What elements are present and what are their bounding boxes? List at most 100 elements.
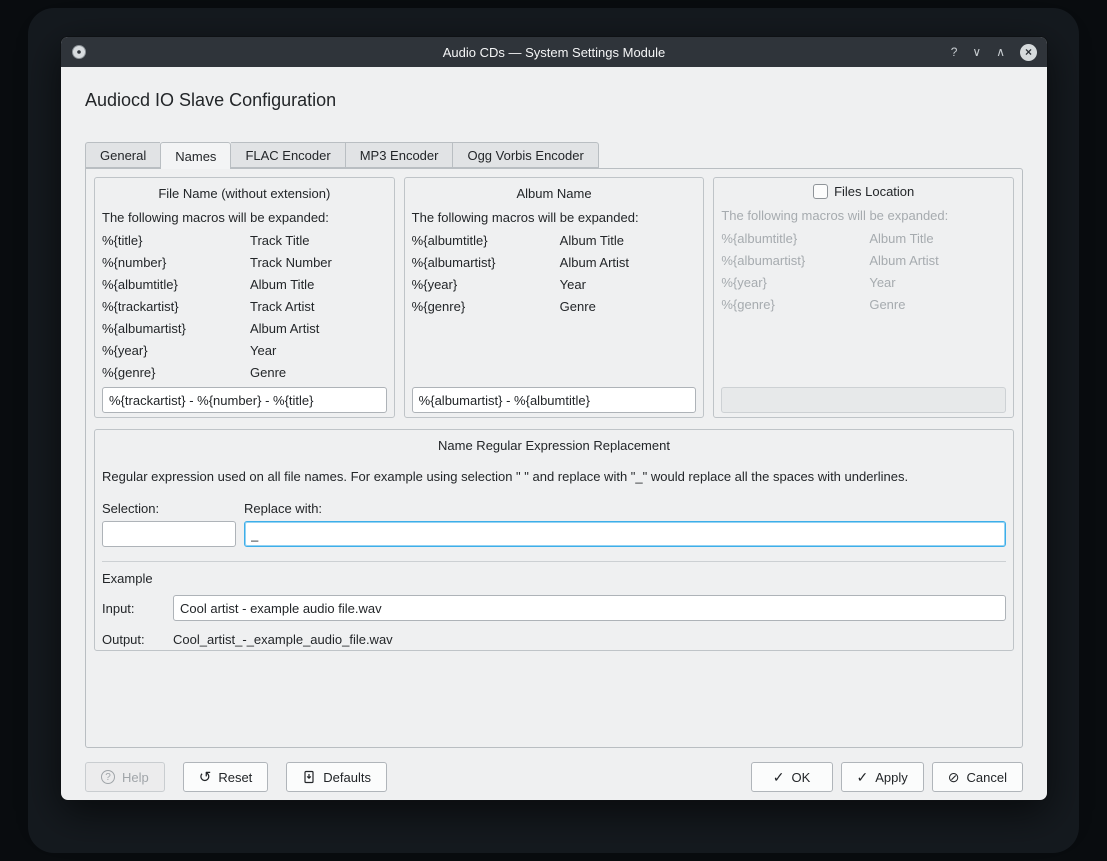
macro-name: %{albumartist} (721, 250, 869, 272)
macro-desc: Year (560, 274, 697, 296)
macro-desc: Year (869, 272, 1006, 294)
album-name-pattern-input[interactable] (412, 387, 697, 413)
dialog-button-row: ? Help ↺ Reset Def (85, 762, 1023, 792)
name-boxes-row: File Name (without extension) The follow… (94, 177, 1014, 418)
macro-name: %{number} (102, 252, 250, 274)
reset-icon: ↺ (199, 770, 212, 785)
macro-name: %{albumtitle} (102, 274, 250, 296)
files-location-pattern-input (721, 387, 1006, 413)
macro-desc: Album Artist (560, 252, 697, 274)
minimize-icon[interactable]: ∨ (972, 46, 981, 58)
macro-name: %{genre} (102, 362, 250, 384)
album-name-group-title: Album Name (412, 186, 697, 201)
reset-button-label: Reset (218, 770, 252, 785)
macro-desc: Album Title (869, 228, 1006, 250)
reset-button[interactable]: ↺ Reset (183, 762, 269, 792)
file-name-macros-intro: The following macros will be expanded: (102, 210, 387, 225)
example-output-row: Output: Cool_artist_-_example_audio_file… (102, 632, 1006, 647)
ok-button[interactable]: ✓ OK (751, 762, 833, 792)
example-heading: Example (102, 571, 1006, 586)
tab-general[interactable]: General (85, 142, 160, 168)
file-name-pattern-input[interactable] (102, 387, 387, 413)
settings-window: Audio CDs — System Settings Module ? ∨ ∧… (60, 36, 1048, 801)
tab-ogg-vorbis-encoder[interactable]: Ogg Vorbis Encoder (452, 142, 598, 168)
macro-name: %{year} (102, 340, 250, 362)
macro-name: %{genre} (721, 294, 869, 316)
titlebar-help-button[interactable]: ? (951, 46, 958, 58)
macro-name: %{year} (412, 274, 560, 296)
macro-desc: Track Title (250, 230, 387, 252)
macro-desc: Album Artist (250, 318, 387, 340)
selection-label: Selection: (102, 501, 244, 516)
macro-name: %{albumartist} (102, 318, 250, 340)
example-input-row: Input: (102, 595, 1006, 621)
regex-replacement-group-box: Name Regular Expression Replacement Regu… (94, 429, 1014, 651)
macro-name: %{albumtitle} (721, 228, 869, 250)
example-divider (102, 561, 1006, 562)
selection-input[interactable] (102, 521, 236, 547)
apply-button-label: Apply (875, 770, 908, 785)
example-input-field[interactable] (173, 595, 1006, 621)
files-location-group-title: Files Location (834, 184, 914, 199)
left-button-group: ? Help ↺ Reset Def (85, 762, 387, 792)
regex-labels-row: Selection: Replace with: (102, 501, 1006, 516)
ok-check-icon: ✓ (773, 770, 785, 784)
tab-content-frame: File Name (without extension) The follow… (85, 168, 1023, 748)
help-button-label: Help (122, 770, 149, 785)
file-name-macro-list: %{title}Track Title %{number}Track Numbe… (102, 230, 387, 384)
macro-desc: Genre (560, 296, 697, 318)
regex-description: Regular expression used on all file name… (102, 469, 1006, 484)
example-input-label: Input: (102, 601, 173, 616)
ok-button-label: OK (792, 770, 811, 785)
macro-desc: Album Title (250, 274, 387, 296)
regex-inputs-row (102, 521, 1006, 547)
titlebar[interactable]: Audio CDs — System Settings Module ? ∨ ∧… (61, 37, 1047, 67)
macro-name: %{title} (102, 230, 250, 252)
album-name-macro-list: %{albumtitle}Album Title %{albumartist}A… (412, 230, 697, 318)
close-icon[interactable]: × (1020, 44, 1037, 61)
files-location-macro-list: %{albumtitle}Album Title %{albumartist}A… (721, 228, 1006, 316)
defaults-button-label: Defaults (323, 770, 371, 785)
replace-with-input[interactable] (244, 521, 1006, 547)
macro-desc: Album Title (560, 230, 697, 252)
tab-bar: General Names FLAC Encoder MP3 Encoder O… (85, 142, 1023, 168)
macro-desc: Track Number (250, 252, 387, 274)
tab-flac-encoder[interactable]: FLAC Encoder (231, 142, 344, 168)
regex-group-title: Name Regular Expression Replacement (102, 438, 1006, 453)
macro-name: %{trackartist} (102, 296, 250, 318)
help-button[interactable]: ? Help (85, 762, 165, 792)
files-location-checkbox[interactable] (813, 184, 828, 199)
macro-desc: Genre (250, 362, 387, 384)
macro-name: %{albumtitle} (412, 230, 560, 252)
files-location-group-box: Files Location The following macros will… (713, 177, 1014, 418)
apply-check-icon: ✓ (857, 770, 869, 784)
example-output-value: Cool_artist_-_example_audio_file.wav (173, 632, 393, 647)
apply-button[interactable]: ✓ Apply (841, 762, 924, 792)
cancel-button-label: Cancel (967, 770, 1007, 785)
cancel-icon: ⊘ (948, 770, 960, 784)
audio-cd-window-icon (71, 44, 87, 60)
maximize-icon[interactable]: ∧ (996, 46, 1005, 58)
replace-with-label: Replace with: (244, 501, 322, 516)
macro-desc: Genre (869, 294, 1006, 316)
macro-name: %{year} (721, 272, 869, 294)
cancel-button[interactable]: ⊘ Cancel (932, 762, 1023, 792)
right-button-group: ✓ OK ✓ Apply ⊘ Cancel (751, 762, 1023, 792)
tab-mp3-encoder[interactable]: MP3 Encoder (345, 142, 453, 168)
files-location-title-row[interactable]: Files Location (721, 184, 1006, 199)
macro-desc: Year (250, 340, 387, 362)
macro-desc: Album Artist (869, 250, 1006, 272)
album-name-macros-intro: The following macros will be expanded: (412, 210, 697, 225)
album-name-group-box: Album Name The following macros will be … (404, 177, 705, 418)
example-output-label: Output: (102, 632, 173, 647)
macro-name: %{genre} (412, 296, 560, 318)
window-title: Audio CDs — System Settings Module (61, 45, 1047, 60)
help-icon: ? (101, 770, 115, 784)
window-body: Audiocd IO Slave Configuration General N… (61, 67, 1047, 800)
defaults-icon (302, 770, 316, 784)
file-name-group-box: File Name (without extension) The follow… (94, 177, 395, 418)
files-location-macros-intro: The following macros will be expanded: (721, 208, 1006, 223)
defaults-button[interactable]: Defaults (286, 762, 387, 792)
page-title: Audiocd IO Slave Configuration (85, 90, 1023, 111)
tab-names[interactable]: Names (160, 142, 231, 169)
